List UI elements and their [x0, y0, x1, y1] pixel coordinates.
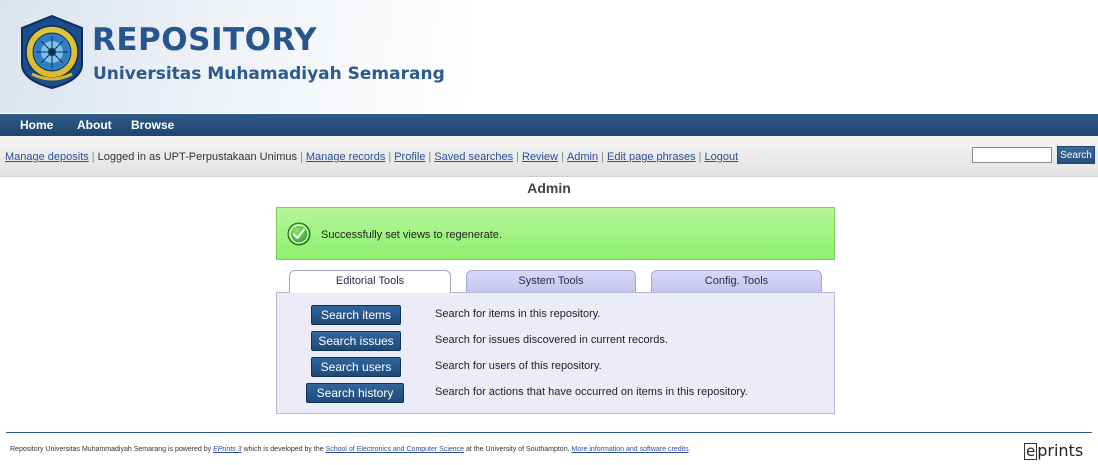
tool-row: Search issues Search for issues discover…	[277, 331, 836, 353]
edit-page-phrases-link[interactable]: Edit page phrases	[607, 151, 696, 163]
site-title[interactable]: REPOSITORY	[92, 22, 317, 58]
success-message: Successfully set views to regenerate.	[276, 207, 835, 260]
eprints-logo-text: prints	[1037, 441, 1084, 460]
tool-description: Search for items in this repository.	[435, 308, 601, 320]
university-logo-icon[interactable]	[18, 14, 86, 90]
footer-text-part: which is developed by the	[241, 446, 326, 453]
manage-records-link[interactable]: Manage records	[306, 151, 386, 163]
editorial-tools-panel: Search items Search for items in this re…	[276, 292, 835, 414]
menu-item-home[interactable]: Home	[20, 118, 53, 132]
message-text: Successfully set views to regenerate.	[321, 229, 502, 241]
separator: |	[91, 151, 95, 163]
tool-description: Search for actions that have occurred on…	[435, 386, 748, 398]
tab-config-tools[interactable]: Config. Tools	[651, 270, 822, 292]
more-info-link[interactable]: More information and software credits	[571, 446, 688, 453]
key-tools: Manage deposits | Logged in as UPT-Perpust…	[5, 151, 738, 163]
site-header: REPOSITORY Universitas Muhamadiyah Semar…	[0, 0, 1098, 113]
check-icon	[287, 222, 311, 246]
separator: |	[388, 151, 392, 163]
admin-link[interactable]: Admin	[567, 151, 598, 163]
tab-editorial-tools[interactable]: Editorial Tools	[289, 270, 451, 293]
footer-text: Repository Universitas Muhammadiyah Sema…	[10, 446, 691, 453]
separator: |	[516, 151, 519, 163]
search-items-button[interactable]: Search items	[311, 305, 401, 325]
eprints-logo-e: e	[1024, 442, 1038, 460]
main-menu: Home About Browse	[0, 114, 1098, 136]
footer-text-part: .	[688, 446, 691, 453]
tool-description: Search for issues discovered in current …	[435, 334, 668, 346]
eprints-link[interactable]: EPrints 3	[213, 446, 241, 453]
separator: |	[561, 151, 564, 163]
logged-in-label: Logged in as UPT-Perpustakaan Unimus	[97, 151, 297, 163]
review-link[interactable]: Review	[522, 151, 558, 163]
logout-link[interactable]: Logout	[705, 151, 739, 163]
tool-row: Search items Search for items in this re…	[277, 305, 836, 327]
saved-searches-link[interactable]: Saved searches	[434, 151, 513, 163]
key-tools-bar: Manage deposits | Logged in as UPT-Perpust…	[0, 136, 1098, 177]
separator: |	[428, 151, 432, 163]
tool-row: Search users Search for users of this re…	[277, 357, 836, 379]
eprints-logo[interactable]: e prints	[1024, 441, 1083, 460]
separator: |	[601, 151, 604, 163]
search-users-button[interactable]: Search users	[311, 357, 401, 377]
profile-link[interactable]: Profile	[394, 151, 425, 163]
manage-deposits-link[interactable]: Manage deposits	[5, 151, 89, 163]
menu-item-about[interactable]: About	[77, 118, 112, 132]
search-button[interactable]: Search	[1057, 146, 1095, 164]
menu-item-browse[interactable]: Browse	[131, 118, 174, 132]
tab-system-tools[interactable]: System Tools	[466, 270, 636, 292]
search-history-button[interactable]: Search history	[306, 383, 404, 403]
footer-text-part: Repository Universitas Muhammadiyah Sema…	[10, 446, 214, 453]
footer-text-part: at the University of Southampton.	[464, 446, 572, 453]
tool-description: Search for users of this repository.	[435, 360, 602, 372]
school-link[interactable]: School of Electronics and Computer Scien…	[326, 446, 465, 453]
separator: |	[299, 151, 303, 163]
search-input[interactable]	[972, 147, 1052, 163]
search-issues-button[interactable]: Search issues	[311, 331, 401, 351]
site-subtitle: Universitas Muhamadiyah Semarang	[93, 64, 445, 84]
tool-row: Search history Search for actions that h…	[277, 383, 836, 405]
footer-divider	[6, 432, 1092, 433]
page-title: Admin	[527, 180, 571, 196]
separator: |	[698, 151, 702, 163]
